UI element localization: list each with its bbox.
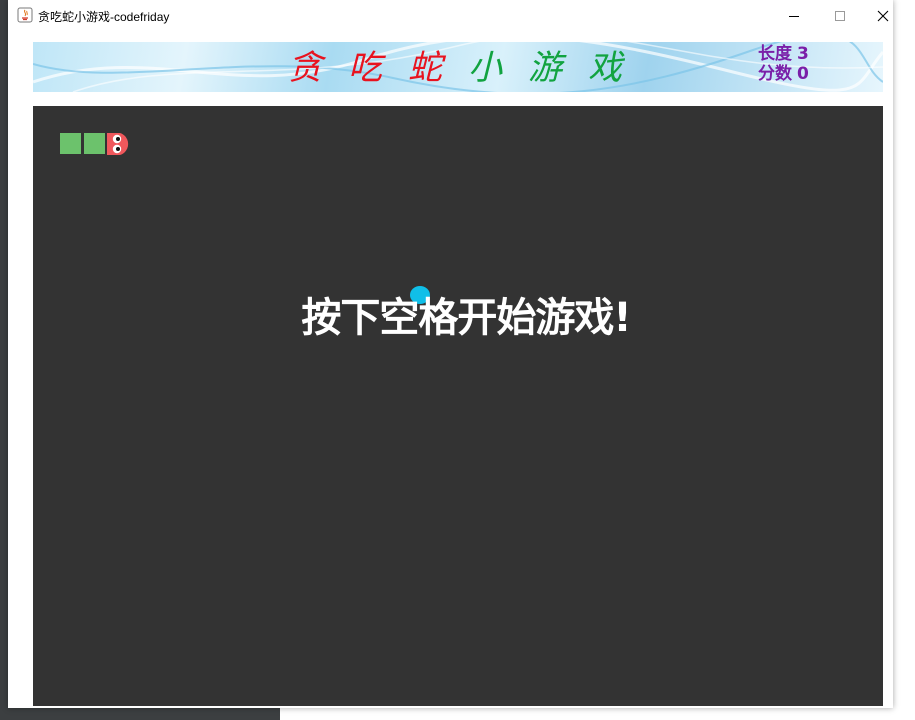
- length-stat: 长度 3: [758, 44, 809, 64]
- banner-title-char: 蛇: [408, 48, 442, 88]
- ide-background-left: [0, 0, 8, 720]
- window-content: 贪吃蛇小游戏 长度 3 分数 0 按下空格开始游戏!: [8, 31, 893, 708]
- maximize-button[interactable]: [817, 0, 863, 31]
- banner-title-char: 戏: [588, 48, 622, 88]
- score-label: 分数: [758, 64, 792, 84]
- java-app-icon: [17, 7, 33, 23]
- banner-title-char: 贪: [288, 48, 322, 88]
- title-bar[interactable]: 贪吃蛇小游戏-codefriday: [8, 0, 893, 31]
- game-banner: 贪吃蛇小游戏 长度 3 分数 0: [33, 42, 883, 92]
- ide-background-right: [893, 0, 915, 720]
- close-button[interactable]: [860, 0, 906, 31]
- ide-editor-strip: [280, 708, 915, 720]
- banner-title-char: 小: [468, 48, 502, 88]
- start-message: 按下空格开始游戏!: [301, 295, 631, 341]
- score-panel: 长度 3 分数 0: [758, 44, 809, 84]
- banner-title-char: 游: [528, 48, 562, 88]
- ide-background-bottom: [0, 708, 915, 720]
- score-value: 0: [797, 64, 809, 84]
- snake-body-segment: [84, 133, 105, 154]
- length-value: 3: [797, 44, 809, 64]
- score-stat: 分数 0: [758, 64, 809, 84]
- close-icon: [877, 10, 889, 21]
- minimize-button[interactable]: [771, 0, 817, 31]
- minimize-icon: [789, 15, 799, 17]
- snake-head-icon: [107, 133, 129, 155]
- window-title: 贪吃蛇小游戏-codefriday: [38, 10, 170, 24]
- banner-title: 贪吃蛇小游戏: [288, 46, 648, 90]
- game-window: 贪吃蛇小游戏-codefriday 贪吃蛇小游戏 长度 3 分数 0 按下空格开…: [8, 0, 893, 708]
- snake-body-segment: [60, 133, 81, 154]
- length-label: 长度: [758, 44, 792, 64]
- maximize-icon: [835, 10, 845, 21]
- game-board[interactable]: 按下空格开始游戏!: [33, 106, 883, 706]
- banner-title-char: 吃: [348, 48, 382, 88]
